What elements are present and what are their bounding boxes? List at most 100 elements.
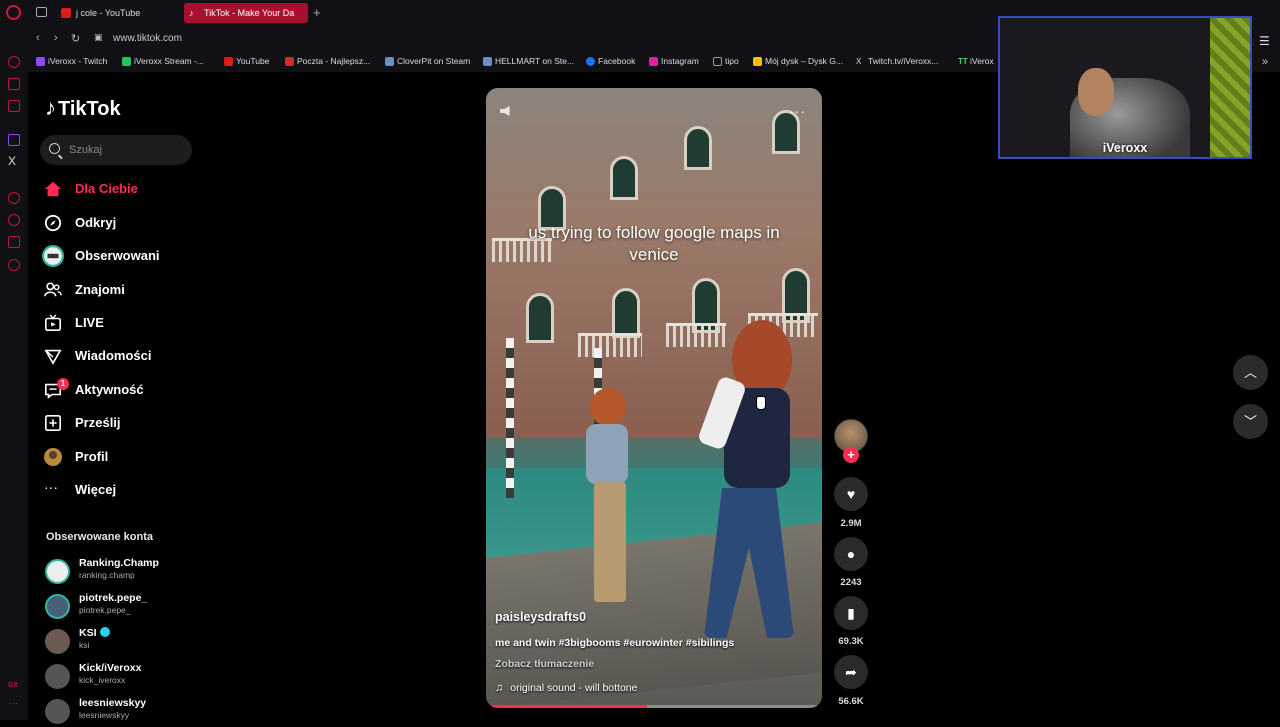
sidebar-clock-icon[interactable] — [8, 214, 20, 226]
webcam-acoustic-foam — [1210, 18, 1250, 157]
comment-button[interactable]: ● — [834, 537, 868, 571]
share-icon: ➦ — [845, 664, 857, 680]
bookmark-item[interactable]: iVeroxx Stream -... — [122, 56, 204, 66]
following-account[interactable]: leesniewskyy leesniewskyy — [45, 697, 205, 727]
nav-following[interactable]: Obserwowani — [42, 245, 204, 267]
url-field[interactable]: www.tiktok.com — [113, 33, 182, 44]
account-handle: kick_iveroxx — [79, 675, 126, 685]
reload-icon[interactable]: ↻ — [71, 32, 80, 45]
previous-video-button[interactable]: ︿ — [1233, 355, 1268, 390]
heart-icon: ♥ — [846, 486, 856, 502]
more-icon: ··· — [44, 479, 58, 495]
mail-icon — [285, 57, 294, 66]
chevron-up-icon: ︿ — [1243, 365, 1257, 380]
nav-live[interactable]: LIVE — [44, 312, 204, 334]
mouse-cursor-icon — [756, 396, 766, 410]
bookmark-item[interactable]: YouTube — [224, 56, 269, 66]
nav-messages[interactable]: Wiadomości — [44, 345, 204, 367]
sidebar-extensions-icon[interactable] — [8, 236, 20, 248]
save-button[interactable]: ▮ — [834, 596, 868, 630]
following-account[interactable]: Ranking.Champ ranking.champ — [45, 557, 205, 587]
save-count: 69.3K — [838, 636, 864, 647]
avatar — [45, 664, 70, 689]
nav-label: Prześlij — [75, 415, 121, 430]
browser-menu-icon[interactable]: ☰ — [1259, 34, 1270, 48]
see-translation-link[interactable]: Zobacz tłumaczenie — [495, 658, 594, 670]
nav-for-you[interactable]: Dla Ciebie — [44, 178, 204, 200]
activity-badge: 1 — [57, 378, 69, 390]
bookmark-label: HELLMART on Ste... — [495, 56, 575, 66]
live-tv-icon — [44, 314, 62, 332]
video-author[interactable]: paisleysdrafts0 — [495, 610, 586, 624]
twitch-icon — [36, 57, 45, 66]
search-input[interactable] — [69, 141, 179, 159]
sidebar-more-icon[interactable]: ··· — [8, 698, 18, 709]
bookmark-item[interactable]: X Twitch.tv/iVeroxx... — [856, 56, 938, 66]
sidebar-gx-icon[interactable]: GX — [8, 682, 18, 689]
video-description: me and twin #3bigbooms #eurowinter #sibi… — [495, 637, 735, 649]
back-icon[interactable]: ‹ — [36, 32, 40, 44]
bookmark-item[interactable]: iVeroxx - Twitch — [36, 56, 107, 66]
sidebar-bag-icon[interactable] — [8, 78, 20, 90]
compass-icon — [44, 214, 62, 232]
google-drive-icon — [753, 57, 762, 66]
following-account[interactable]: piotrek.pepe_ piotrek.pepe_ — [45, 592, 205, 622]
tiktok-favicon-icon: ♪ — [189, 8, 194, 18]
nav-friends[interactable]: Znajomi — [44, 279, 204, 301]
bookmark-item[interactable]: Poczta - Najlepsz... — [285, 56, 370, 66]
youtube-icon — [224, 57, 233, 66]
forward-icon[interactable]: › — [54, 32, 58, 44]
video-person-boy-body — [586, 424, 628, 484]
bookmark-label: YouTube — [236, 56, 270, 66]
bookmark-item[interactable]: Mój dysk – Dysk G... — [753, 56, 843, 66]
search-box[interactable] — [40, 135, 192, 165]
bookmarks-overflow-icon[interactable]: » — [1262, 56, 1268, 68]
nav-label: Znajomi — [75, 282, 125, 297]
youtube-favicon-icon — [61, 8, 71, 18]
nav-explore[interactable]: Odkryj — [44, 212, 204, 234]
page-icon — [713, 57, 722, 66]
sidebar-x-icon[interactable]: X — [8, 154, 16, 168]
tab-switcher-icon[interactable] — [36, 7, 47, 17]
following-account[interactable]: Kick/iVeroxx kick_iveroxx — [45, 662, 205, 692]
nav-profile[interactable]: Profil — [44, 446, 204, 468]
nav-label: LIVE — [75, 315, 104, 330]
x-icon: X — [856, 57, 862, 66]
more-options-icon[interactable]: ··· — [789, 103, 806, 119]
like-button[interactable]: ♥ — [834, 477, 868, 511]
video-progress-bar[interactable] — [486, 705, 822, 708]
account-handle: leesniewskyy — [79, 710, 130, 720]
nav-upload[interactable]: Prześlij — [44, 412, 204, 434]
comment-icon: ● — [846, 546, 856, 562]
bookmark-item[interactable]: CloverPit on Steam — [385, 56, 470, 66]
instagram-icon — [649, 57, 658, 66]
new-tab-button[interactable]: + — [313, 5, 321, 20]
tab-youtube[interactable]: j cole - YouTube — [56, 3, 180, 23]
tab-tiktok[interactable]: ♪ TikTok - Make Your Da — [184, 3, 308, 23]
sidebar-twitch-icon[interactable] — [8, 134, 20, 146]
following-account[interactable]: KSI ksi — [45, 627, 205, 657]
share-button[interactable]: ➦ — [834, 655, 868, 689]
nav-more[interactable]: ··· Więcej — [44, 479, 204, 501]
nav-label: Aktywność — [75, 382, 144, 397]
friends-icon — [44, 282, 62, 297]
tiktok-logo[interactable]: ♪ TikTok — [45, 95, 121, 121]
sidebar-history-icon[interactable] — [8, 192, 20, 204]
sidebar-aria-icon[interactable] — [8, 56, 20, 68]
bookmark-item[interactable]: Instagram — [649, 56, 699, 66]
bookmark-label: Twitch.tv/iVeroxx... — [868, 56, 939, 66]
account-name-row: KSI — [79, 627, 110, 639]
nav-activity[interactable]: 1 Aktywność — [44, 378, 204, 401]
opera-logo-icon[interactable] — [6, 5, 21, 20]
next-video-button[interactable]: ﹀ — [1233, 404, 1268, 439]
video-player[interactable]: ··· us trying to follow google maps in v… — [486, 88, 822, 708]
bookmark-item[interactable]: TT iVerox — [958, 56, 994, 66]
account-name: KSI — [79, 627, 97, 639]
bookmark-item[interactable]: HELLMART on Ste... — [483, 56, 574, 66]
bookmark-item[interactable]: tipo — [713, 56, 739, 66]
video-sound[interactable]: ♫ original sound - will bottone — [495, 682, 638, 694]
sidebar-settings-icon[interactable] — [8, 259, 20, 271]
sidebar-mail-icon[interactable] — [8, 100, 20, 112]
follow-button[interactable]: + — [843, 447, 859, 463]
bookmark-item[interactable]: Facebook — [586, 56, 635, 66]
